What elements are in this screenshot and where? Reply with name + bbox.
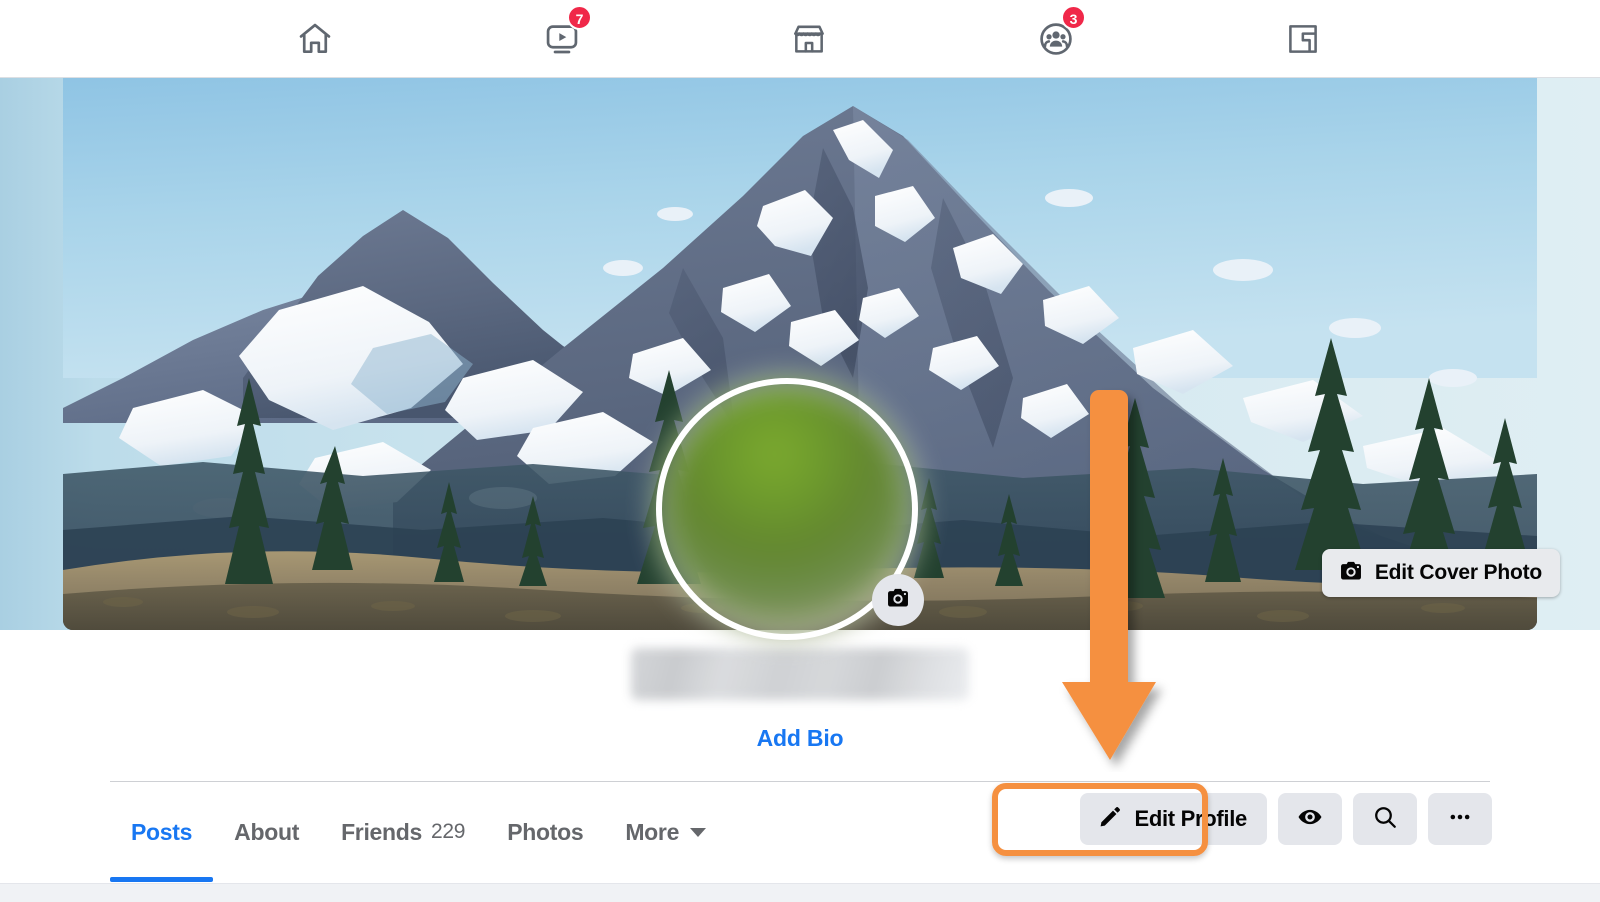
edit-profile-button[interactable]: Edit Profile — [1080, 793, 1267, 845]
nav-home-button[interactable] — [263, 11, 367, 67]
page-footer-strip — [0, 883, 1600, 902]
tab-friends[interactable]: Friends 229 — [320, 782, 486, 882]
nav-item-group: 7 3 — [245, 4, 1355, 67]
profile-identity-block: Add Bio — [0, 648, 1600, 752]
tab-about[interactable]: About — [213, 782, 320, 882]
view-as-button[interactable] — [1278, 793, 1342, 845]
nav-gaming-button[interactable] — [1251, 11, 1355, 67]
profile-tabs: Posts About Friends 229 Photos More — [110, 782, 727, 882]
add-bio-link[interactable]: Add Bio — [0, 725, 1600, 752]
tab-more[interactable]: More — [604, 782, 727, 882]
top-navigation-bar: 7 3 — [0, 0, 1600, 78]
gaming-icon — [1285, 21, 1321, 57]
search-profile-button[interactable] — [1353, 793, 1417, 845]
avatar[interactable] — [656, 378, 924, 640]
groups-badge: 3 — [1061, 4, 1086, 30]
eye-icon — [1297, 804, 1323, 835]
nav-video-button[interactable]: 7 — [510, 4, 614, 67]
edit-profile-label: Edit Profile — [1134, 806, 1247, 831]
nav-marketplace-button[interactable] — [757, 11, 861, 67]
ellipsis-icon — [1447, 804, 1473, 835]
tab-friends-count: 229 — [431, 820, 466, 843]
facebook-profile-page: 7 3 Edit Cover Photo Add Bio Posts About… — [0, 0, 1600, 902]
tab-photos[interactable]: Photos — [486, 782, 604, 882]
pencil-icon — [1098, 805, 1122, 834]
profile-action-buttons: Edit Profile — [1080, 793, 1492, 845]
profile-name-redacted — [631, 648, 969, 700]
video-badge: 7 — [567, 4, 592, 30]
tab-photos-label: Photos — [507, 818, 584, 845]
camera-icon — [885, 585, 911, 616]
tab-posts[interactable]: Posts — [110, 782, 214, 882]
tab-posts-label: Posts — [131, 818, 193, 845]
camera-icon — [1338, 558, 1364, 589]
more-options-button[interactable] — [1428, 793, 1492, 845]
edit-profile-picture-button[interactable] — [872, 574, 924, 626]
tab-friends-label: Friends — [341, 818, 423, 845]
marketplace-icon — [790, 20, 828, 58]
nav-groups-button[interactable]: 3 — [1004, 4, 1108, 67]
tab-more-label: More — [625, 818, 680, 845]
edit-cover-photo-button[interactable]: Edit Cover Photo — [1321, 549, 1560, 597]
tab-about-label: About — [234, 818, 300, 845]
chevron-down-icon — [690, 827, 707, 837]
edit-cover-photo-label: Edit Cover Photo — [1374, 561, 1542, 584]
search-icon — [1372, 804, 1398, 835]
home-icon — [296, 20, 334, 58]
